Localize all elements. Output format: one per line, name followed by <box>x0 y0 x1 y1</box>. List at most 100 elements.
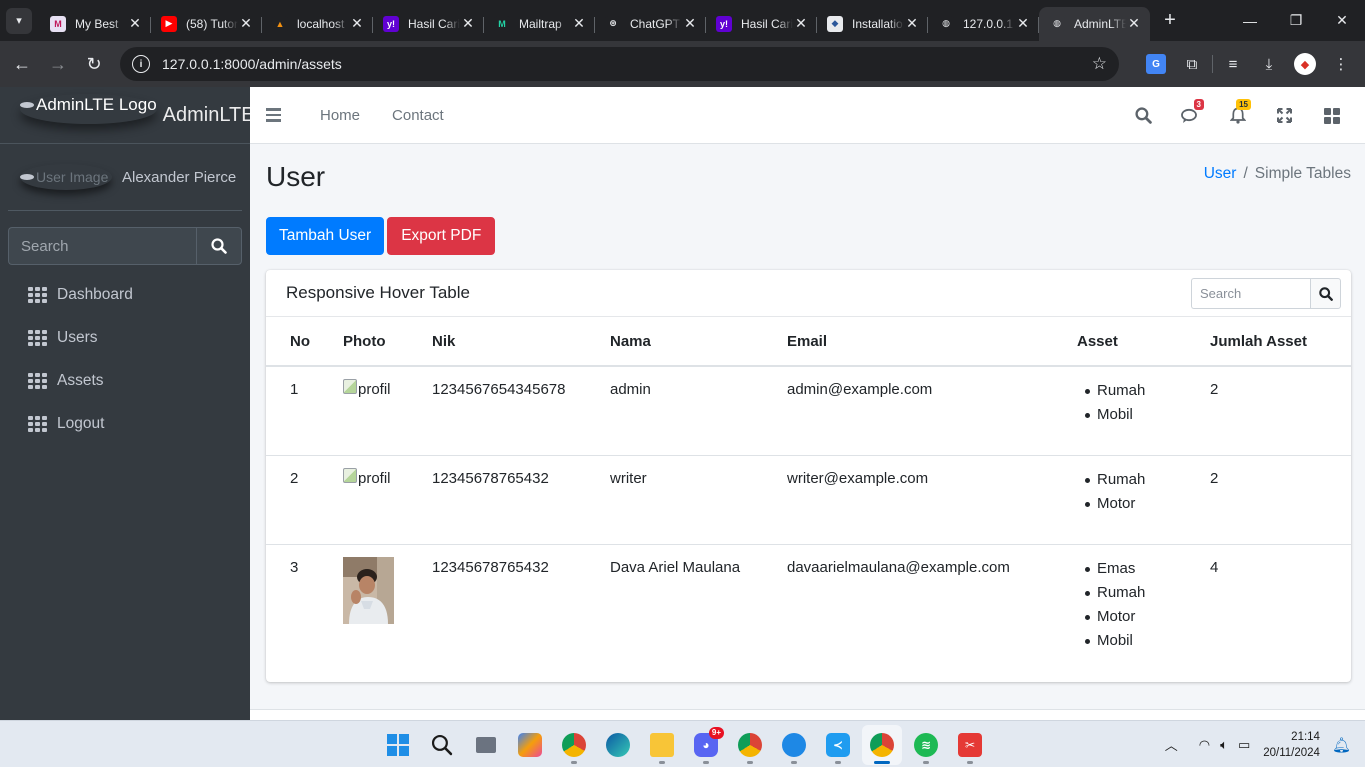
battery-icon[interactable]: ▭ <box>1238 737 1250 753</box>
restore-button[interactable]: ❐ <box>1273 0 1319 41</box>
close-window-button[interactable]: ✕ <box>1319 0 1365 41</box>
cell-nama: admin <box>598 366 775 456</box>
nav-contact-link[interactable]: Contact <box>392 107 444 124</box>
edge-icon <box>606 733 630 757</box>
tab-close-icon[interactable]: ✕ <box>127 15 143 32</box>
task-view-button[interactable] <box>466 725 506 765</box>
browser-tab[interactable]: y! Hasil Cari ✕ <box>373 7 484 41</box>
browser-tab[interactable]: ⊛ ChatGPT ✕ <box>595 7 706 41</box>
tab-title: ChatGPT <box>630 16 681 31</box>
google-translate-icon: G <box>1146 54 1166 74</box>
table-row[interactable]: 2 profil 12345678765432 writer writer@ex… <box>266 455 1351 545</box>
sidebar-item-users[interactable]: Users <box>0 316 250 359</box>
user-name-link[interactable]: Alexander Pierce <box>122 169 236 186</box>
taskbar-clock[interactable]: 21:14 20/11/2024 <box>1263 729 1320 761</box>
table-row[interactable]: 3 12345678765432 Dava Ariel Maulana dava… <box>266 544 1351 664</box>
control-sidebar-button[interactable] <box>1308 96 1355 136</box>
brand-link[interactable]: AdminLTE Logo AdminLTE 3 <box>0 87 250 144</box>
browser-tab[interactable]: ◍ AdminLTE ✕ <box>1039 6 1150 41</box>
taskbar-chrome[interactable] <box>554 725 594 765</box>
reload-button[interactable]: ↻ <box>76 46 112 82</box>
tab-close-icon[interactable]: ✕ <box>682 15 698 32</box>
sidebar-search-button[interactable] <box>196 227 242 265</box>
asset-list: Rumah Motor <box>1077 468 1186 516</box>
sidebar-item-dashboard[interactable]: Dashboard <box>0 273 250 316</box>
copilot-icon <box>518 733 542 757</box>
url-text: 127.0.0.1:8000/admin/assets <box>162 56 342 72</box>
start-button[interactable] <box>378 725 418 765</box>
export-pdf-button[interactable]: Export PDF <box>387 217 496 255</box>
chrome-menu-icon[interactable]: ⋮ <box>1325 48 1357 80</box>
address-bar[interactable]: i 127.0.0.1:8000/admin/assets ☆ <box>120 47 1119 81</box>
tab-close-icon[interactable]: ✕ <box>1015 15 1031 32</box>
browser-tab[interactable]: ◍ 127.0.0.1 ✕ <box>928 7 1039 41</box>
nav-home-link[interactable]: Home <box>320 107 360 124</box>
browser-tab[interactable]: ◆ Installation ✕ <box>817 7 928 41</box>
sidebar-item-label: Logout <box>57 414 105 432</box>
browser-tab[interactable]: M My Best ✕ <box>40 7 151 41</box>
site-info-icon[interactable]: i <box>132 55 150 73</box>
taskbar-chrome-profile[interactable] <box>730 725 770 765</box>
toolbar-divider <box>1212 55 1213 73</box>
navbar-search-button[interactable] <box>1120 96 1167 136</box>
forward-button[interactable]: → <box>40 46 76 82</box>
folder-icon <box>650 733 674 757</box>
browser-tab[interactable]: ▲ localhost ✕ <box>262 7 373 41</box>
table-row[interactable]: 1 profil 1234567654345678 admin admin@ex… <box>266 366 1351 456</box>
tab-close-icon[interactable]: ✕ <box>238 15 254 32</box>
taskbar-vscode[interactable]: ≺ <box>818 725 858 765</box>
sidebar-item-logout[interactable]: Logout <box>0 402 250 445</box>
wifi-icon[interactable]: ◠ <box>1199 737 1210 753</box>
translate-extension[interactable]: G <box>1140 48 1172 80</box>
add-user-button[interactable]: Tambah User <box>266 217 385 255</box>
bookmark-star-icon[interactable]: ☆ <box>1092 54 1107 74</box>
cell-photo: profil <box>331 455 420 545</box>
tab-title: (58) Tutorial <box>186 16 238 31</box>
table-search-button[interactable] <box>1310 278 1341 309</box>
cell-no: 1 <box>266 366 331 456</box>
tray-overflow-chevron-icon[interactable]: ︿ <box>1165 735 1178 754</box>
sidebar-search-input[interactable]: Search <box>8 227 196 265</box>
tab-title: Installation <box>852 16 904 31</box>
taskbar-search-button[interactable] <box>422 725 462 765</box>
tab-close-icon[interactable]: ✕ <box>571 15 587 32</box>
fullscreen-button[interactable] <box>1261 96 1308 136</box>
sidebar-item-assets[interactable]: Assets <box>0 359 250 402</box>
browser-tab[interactable]: ▶ (58) Tutorial✕ <box>151 7 262 41</box>
notification-bell-icon[interactable]: 🔔︎ <box>1332 736 1351 754</box>
notifications-dropdown[interactable]: 15 <box>1214 96 1261 136</box>
tab-search-button[interactable]: ▾ <box>6 7 32 34</box>
tab-title: Hasil Cari <box>741 16 793 31</box>
taskbar-copilot[interactable] <box>510 725 550 765</box>
taskbar-spotify[interactable]: ≋ <box>906 725 946 765</box>
profile-avatar-button[interactable]: ◆ <box>1289 48 1321 80</box>
search-icon <box>211 238 227 254</box>
taskbar-file-explorer[interactable] <box>642 725 682 765</box>
new-tab-button[interactable]: + <box>1156 7 1184 35</box>
profile-avatar: ◆ <box>1294 53 1316 75</box>
tab-favicon-icon: y! <box>716 15 732 32</box>
sidebar-toggle-icon[interactable] <box>266 108 310 122</box>
tab-close-icon[interactable]: ✕ <box>904 15 920 32</box>
table-search-input[interactable]: Search <box>1191 278 1310 309</box>
tab-close-icon[interactable]: ✕ <box>349 15 365 32</box>
media-control-icon[interactable]: ≡ <box>1217 48 1249 80</box>
tab-close-icon[interactable]: ✕ <box>793 15 809 32</box>
back-button[interactable]: ← <box>4 46 40 82</box>
messages-dropdown[interactable]: 3 <box>1167 96 1214 136</box>
download-icon[interactable]: ⤓ <box>1253 48 1285 80</box>
browser-tab[interactable]: M Mailtrap ✕ <box>484 7 595 41</box>
taskbar-app-blue[interactable] <box>774 725 814 765</box>
tab-close-icon[interactable]: ✕ <box>1126 15 1142 32</box>
volume-icon[interactable]: 🔈︎ <box>1220 737 1228 753</box>
tab-close-icon[interactable]: ✕ <box>460 15 476 32</box>
breadcrumb-link-user[interactable]: User <box>1204 165 1237 182</box>
taskbar-edge[interactable] <box>598 725 638 765</box>
clock-time: 21:14 <box>1291 730 1320 743</box>
taskbar-snipping-tool[interactable]: ✂ <box>950 725 990 765</box>
extensions-puzzle-icon[interactable]: ⧉ <box>1176 48 1208 80</box>
taskbar-discord[interactable]: ◕ 9+ <box>686 725 726 765</box>
browser-tab[interactable]: y! Hasil Cari ✕ <box>706 7 817 41</box>
taskbar-chrome-active[interactable] <box>862 725 902 765</box>
minimize-button[interactable]: — <box>1227 0 1273 41</box>
